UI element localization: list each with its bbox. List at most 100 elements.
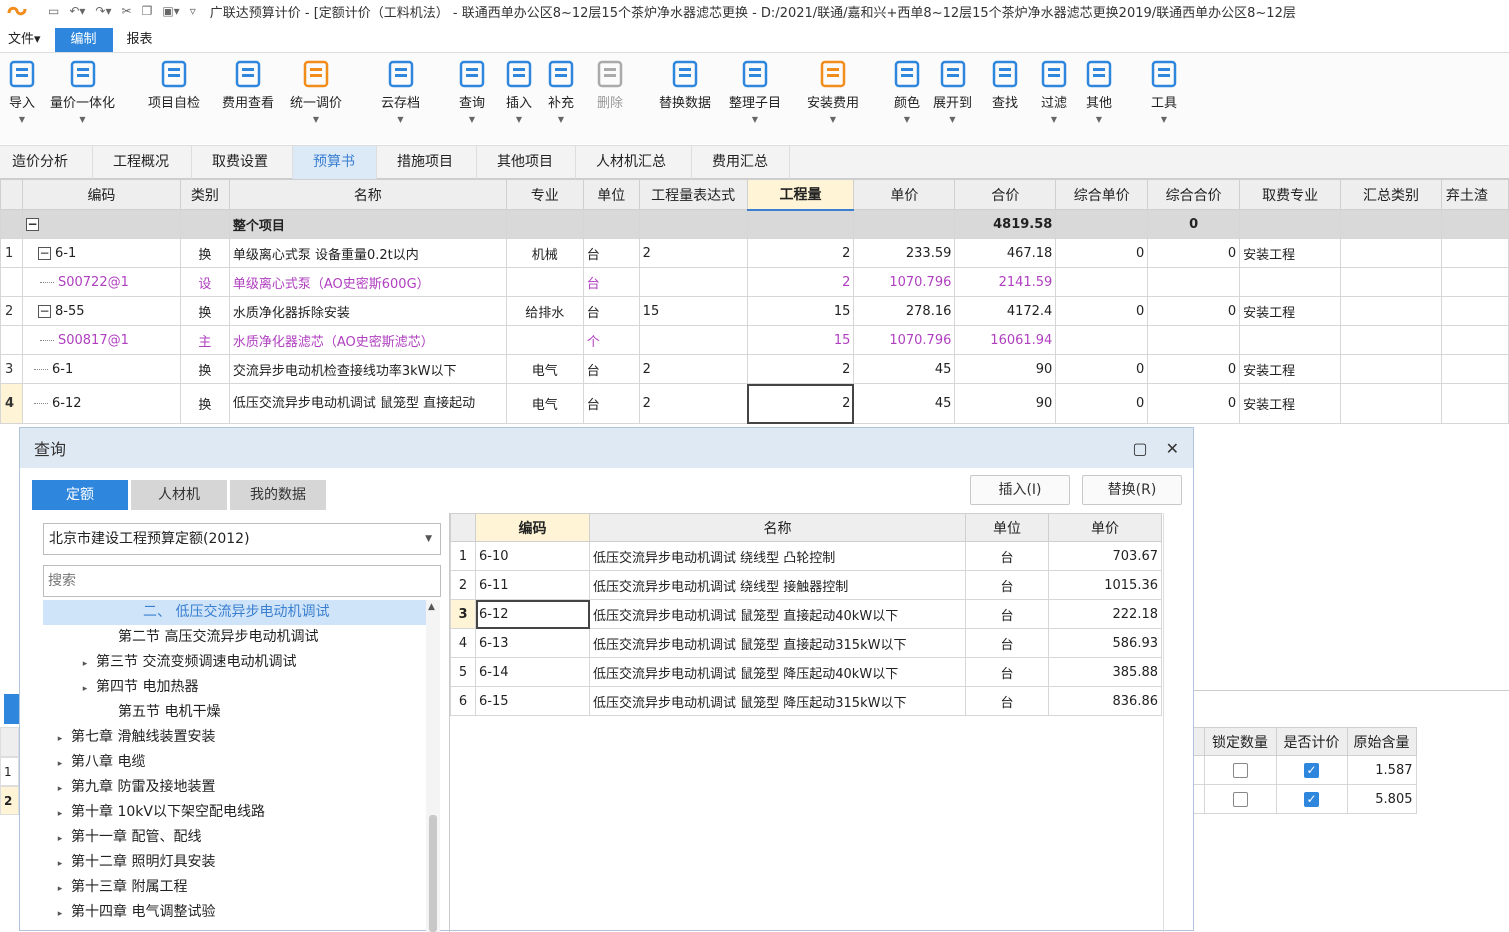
result-row[interactable]: 3 6-12 低压交流异步电动机调试 鼠笼型 直接起动40kW以下台 222.18 <box>450 599 1162 629</box>
qty-expr-cell[interactable]: 2 <box>638 354 748 384</box>
results-header-code[interactable]: 编码 <box>475 513 590 542</box>
qty-cell[interactable]: 15 <box>746 325 855 355</box>
fee-major-cell[interactable] <box>1239 267 1342 297</box>
composite-total-cell[interactable]: 0 <box>1147 238 1241 268</box>
undo-icon[interactable]: ↶▾ <box>69 4 85 18</box>
major-cell[interactable]: 给排水 <box>505 296 584 326</box>
result-price-cell[interactable]: 385.88 <box>1048 657 1162 687</box>
qty-expr-cell[interactable]: 2 <box>638 238 748 268</box>
dropdown-arrow-icon[interactable]: ▼ <box>547 115 575 124</box>
fee-major-cell[interactable] <box>1239 325 1342 355</box>
search-input[interactable] <box>43 565 441 597</box>
header-type[interactable]: 类别 <box>179 179 230 210</box>
price-cell[interactable]: 45 <box>853 383 956 424</box>
header-major[interactable]: 专业 <box>505 179 584 210</box>
unit-cell[interactable]: 个 <box>582 325 640 355</box>
price-cell[interactable]: 1070.796 <box>853 325 956 355</box>
dropdown-arrow-icon[interactable]: ▼ <box>933 115 972 124</box>
result-unit-cell[interactable]: 台 <box>965 628 1049 658</box>
type-cell[interactable]: 设 <box>179 267 230 297</box>
major-cell[interactable]: 电气 <box>505 354 584 384</box>
replace-button[interactable]: 替换(R) <box>1082 475 1182 505</box>
composite-price-cell[interactable]: 0 <box>1055 238 1149 268</box>
results-header-price[interactable]: 单价 <box>1048 513 1162 542</box>
dropdown-arrow-icon[interactable]: ▼ <box>458 115 486 124</box>
code-cell[interactable]: −8-55 <box>21 296 181 326</box>
expand-arrow-icon[interactable]: ▸ <box>49 777 71 802</box>
dropdown-arrow-icon[interactable]: ▼ <box>8 115 36 124</box>
expand-arrow-icon[interactable]: ▸ <box>49 727 71 752</box>
result-code-cell[interactable]: 6-14 <box>475 657 590 687</box>
unit-cell[interactable]: 台 <box>582 267 640 297</box>
tree-node[interactable]: 第五节 电机干燥 <box>43 700 426 725</box>
result-price-cell[interactable]: 836.86 <box>1048 686 1162 716</box>
result-name-cell[interactable]: 低压交流异步电动机调试 绕线型 凸轮控制 <box>589 541 966 571</box>
result-unit-cell[interactable]: 台 <box>965 686 1049 716</box>
composite-price-cell[interactable]: 0 <box>1055 354 1149 384</box>
ribbon-button-0[interactable]: 导入 ▼ <box>8 59 36 124</box>
tab-labor-material-summary[interactable]: 人材机汇总 <box>576 146 692 179</box>
expand-arrow-icon[interactable]: ▸ <box>49 802 71 827</box>
spoil-cell[interactable] <box>1440 238 1509 268</box>
code-cell[interactable]: −6-1 <box>21 238 181 268</box>
result-code-cell[interactable]: 6-15 <box>475 686 590 716</box>
type-cell[interactable]: 换 <box>179 354 230 384</box>
name-cell[interactable]: 水质净化器拆除安装 <box>228 296 507 326</box>
header-summary-type[interactable]: 汇总类别 <box>1340 179 1442 210</box>
unit-cell[interactable]: 台 <box>582 354 640 384</box>
dropdown-arrow-icon[interactable]: ▼ <box>290 115 342 124</box>
result-row[interactable]: 5 6-14 低压交流异步电动机调试 鼠笼型 降压起动40kW以下台 385.88 <box>450 657 1162 687</box>
header-spoil[interactable]: 弃土渣 <box>1440 179 1509 210</box>
dropdown-arrow-icon[interactable]: ▼ <box>1040 115 1068 124</box>
result-name-cell[interactable]: 低压交流异步电动机调试 鼠笼型 直接起动315kW以下 <box>589 628 966 658</box>
code-cell[interactable]: 6-1 <box>21 354 181 384</box>
qty-expr-cell[interactable]: 2 <box>638 383 748 424</box>
table-row[interactable]: ✓ 5.805 <box>1194 784 1417 814</box>
original-content-cell[interactable]: 1.587 <box>1346 755 1417 785</box>
code-cell[interactable]: 6-12 <box>21 383 181 424</box>
result-row[interactable]: 1 6-10 低压交流异步电动机调试 绕线型 凸轮控制台 703.67 <box>450 541 1162 571</box>
expand-arrow-icon[interactable]: ▸ <box>49 852 71 877</box>
collapse-icon[interactable]: − <box>25 217 39 231</box>
dropdown-arrow-icon[interactable]: ▼ <box>1085 115 1113 124</box>
table-row[interactable]: S00722@1 设单级离心式泵（AO史密斯600G） 台 2 1070.796 2141… <box>0 267 1509 297</box>
locked-checkbox[interactable] <box>1232 762 1248 778</box>
type-cell[interactable]: 换 <box>179 238 230 268</box>
tab-cost-analysis[interactable]: 造价分析 <box>0 146 93 179</box>
header-name[interactable]: 名称 <box>228 179 507 210</box>
tree-node[interactable]: ▸ 第四节 电加热器 <box>43 675 426 700</box>
menu-edit[interactable]: 编制 <box>54 28 113 52</box>
expand-arrow-icon[interactable]: ▸ <box>49 827 71 852</box>
total-cell[interactable]: 4172.4 <box>954 296 1057 326</box>
result-price-cell[interactable]: 586.93 <box>1048 628 1162 658</box>
expand-arrow-icon[interactable]: ▸ <box>49 877 71 902</box>
result-unit-cell[interactable]: 台 <box>965 541 1049 571</box>
header-total[interactable]: 合价 <box>954 179 1057 210</box>
name-cell[interactable]: 水质净化器滤芯（AO史密斯滤芯） <box>228 325 507 355</box>
tree-node[interactable]: ▸ 第七章 滑触线装置安装 <box>43 725 426 750</box>
tab-measures[interactable]: 措施项目 <box>377 146 477 179</box>
tab-fee-settings[interactable]: 取费设置 <box>192 146 293 179</box>
code-cell[interactable]: S00817@1 <box>21 325 181 355</box>
composite-total-cell[interactable]: 0 <box>1147 354 1241 384</box>
paste-icon[interactable]: ▣▾ <box>162 4 179 18</box>
major-cell[interactable]: 电气 <box>505 383 584 424</box>
spoil-cell[interactable] <box>1440 383 1509 424</box>
expand-arrow-icon[interactable]: ▸ <box>49 752 71 777</box>
fee-major-cell[interactable]: 安装工程 <box>1239 296 1342 326</box>
total-cell[interactable]: 90 <box>954 354 1057 384</box>
total-cell[interactable]: 16061.94 <box>954 325 1057 355</box>
norm-library-select[interactable]: 北京市建设工程预算定额(2012) ▼ <box>43 523 441 555</box>
header-composite-price[interactable]: 综合单价 <box>1055 179 1149 210</box>
expand-arrow-icon[interactable]: ▸ <box>49 902 71 927</box>
header-is-priced[interactable]: 是否计价 <box>1275 727 1348 756</box>
cut-icon[interactable]: ✂ <box>122 4 132 18</box>
tree-node[interactable]: ▸ 第十一章 配管、配线 <box>43 825 426 850</box>
composite-total-cell[interactable] <box>1147 267 1241 297</box>
ribbon-button-3[interactable]: 费用查看 <box>222 59 274 111</box>
qty-expr-cell[interactable]: 15 <box>638 296 748 326</box>
fee-major-cell[interactable]: 安装工程 <box>1239 354 1342 384</box>
tree-node[interactable]: ▸ 第十四章 电气调整试验 <box>43 900 426 925</box>
ribbon-button-9[interactable]: 删除 <box>596 59 624 111</box>
results-header-unit[interactable]: 单位 <box>965 513 1049 542</box>
